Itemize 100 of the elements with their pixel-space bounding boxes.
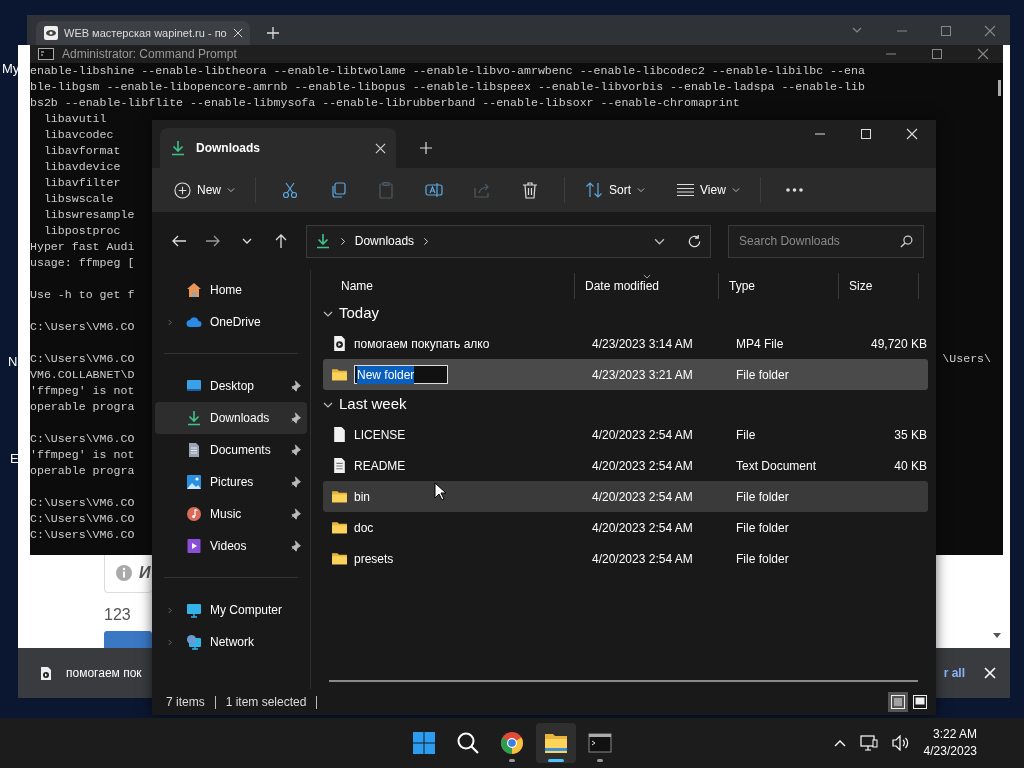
column-header[interactable]: Date modified	[575, 273, 719, 299]
chevron-icon	[422, 236, 431, 246]
file-row[interactable]: README 4/20/2023 2:54 AM Text Document 40 KB	[323, 450, 928, 481]
column-header[interactable]: Size	[839, 273, 919, 299]
cut-icon[interactable]	[281, 181, 299, 199]
browser-tab[interactable]: WEB мастерская wapinet.ru - по	[36, 21, 250, 45]
delete-icon[interactable]	[521, 181, 539, 199]
tiles-view-icon[interactable]	[913, 695, 927, 709]
sidebar-item[interactable]: Desktop	[155, 370, 307, 402]
file-name[interactable]: presets	[354, 549, 394, 568]
date-modified: 4/20/2023 2:54 AM	[592, 458, 693, 473]
pin-icon[interactable]	[291, 444, 303, 456]
console-line: C:\Users\VM6.CO	[30, 431, 135, 447]
new-tab-icon[interactable]	[420, 142, 432, 154]
rename-field[interactable]: New folder	[354, 365, 448, 384]
group-header[interactable]: Today	[323, 299, 928, 328]
browser-icon[interactable]	[500, 731, 524, 755]
pin-icon[interactable]	[291, 508, 303, 520]
address-bar[interactable]: Downloads	[305, 224, 712, 258]
sidebar-item[interactable]: Music	[155, 498, 307, 530]
clock[interactable]: 3:22 AM 4/23/2023	[923, 726, 977, 760]
search-field[interactable]: Search Downloads	[728, 224, 924, 258]
copy-icon[interactable]	[329, 181, 347, 199]
file-type: Text Document	[736, 458, 817, 473]
new-tab-icon[interactable]	[266, 26, 280, 40]
file-name[interactable]: LICENSE	[354, 425, 406, 444]
view-button[interactable]: View	[669, 174, 748, 206]
download-file-name[interactable]: помогаем пок	[66, 664, 142, 682]
sidebar-item[interactable]: Network	[155, 626, 307, 658]
sort-button[interactable]: Sort	[577, 174, 654, 206]
desktop-icon-label[interactable]: E	[10, 449, 19, 469]
sidebar-item[interactable]: Home	[155, 274, 307, 306]
console-line: libavcodec	[42, 127, 114, 143]
plus-icon	[174, 181, 191, 199]
console-line: C:\Users\VM6.CO	[30, 511, 135, 527]
file-row[interactable]: New folder 4/23/2023 3:21 AM File folder	[323, 359, 928, 390]
file-name[interactable]: bin	[354, 487, 370, 506]
sidebar-item[interactable]: OneDrive	[155, 306, 307, 338]
new-button[interactable]: New	[166, 174, 243, 206]
info-text: И	[139, 563, 151, 583]
file-type: File folder	[736, 520, 789, 535]
search-icon[interactable]	[456, 731, 480, 755]
group-header[interactable]: Last week	[323, 390, 928, 419]
details-view-icon[interactable]	[891, 695, 905, 709]
folder-icon	[331, 488, 348, 505]
download-icon	[314, 233, 331, 249]
sidebar-item[interactable]: Pictures	[155, 466, 307, 498]
sidebar-item[interactable]: My Computer	[155, 594, 307, 626]
file-name[interactable]: README	[354, 456, 406, 475]
pin-icon[interactable]	[291, 380, 303, 392]
site-icon	[44, 26, 58, 40]
sidebar-item[interactable]: Downloads	[155, 402, 307, 434]
more-icon[interactable]	[786, 188, 804, 192]
date-modified: 4/20/2023 2:54 AM	[592, 427, 693, 442]
file-row[interactable]: bin 4/20/2023 2:54 AM File folder	[323, 481, 928, 512]
terminal-icon	[38, 48, 54, 60]
window-title: Administrator: Command Prompt	[62, 46, 237, 63]
file-size: 35 KB	[894, 427, 927, 442]
sidebar-item[interactable]: Documents	[155, 434, 307, 466]
terminal-icon[interactable]	[588, 731, 612, 755]
cloud-icon	[186, 314, 202, 330]
forward-icon[interactable]	[204, 233, 221, 249]
explorer-tab[interactable]: Downloads	[160, 128, 396, 168]
console-line: 'ffmpeg' is not	[30, 383, 135, 399]
desktop-icon-label[interactable]: My	[2, 59, 20, 79]
file-row[interactable]: LICENSE 4/20/2023 2:54 AM File 35 KB	[323, 419, 928, 450]
column-header[interactable]: Type	[719, 273, 839, 299]
scroll-down-icon[interactable]	[993, 633, 1001, 639]
start-icon[interactable]	[412, 731, 436, 755]
file-row[interactable]: presets 4/20/2023 2:54 AM File folder	[323, 543, 928, 574]
desktop-icon-label[interactable]: N	[8, 352, 18, 372]
file-row[interactable]: помогаем покупать алко 4/23/2023 3:14 AM MP4 File 49,720 KB	[323, 328, 928, 359]
folder-icon[interactable]	[544, 731, 568, 755]
console-line: C:\Users\VM6.CO	[30, 527, 135, 543]
console-line: C:\Users\VM6.CO	[30, 495, 135, 511]
show-all-link[interactable]: r all	[943, 664, 965, 682]
file-size: 49,720 KB	[870, 336, 927, 351]
file-row[interactable]: doc 4/20/2023 2:54 AM File folder	[323, 512, 928, 543]
pin-icon[interactable]	[291, 412, 303, 424]
back-icon[interactable]	[170, 233, 187, 249]
document-icon	[186, 442, 202, 458]
date-modified: 4/20/2023 2:54 AM	[592, 489, 693, 504]
chevron-up-icon[interactable]	[833, 739, 846, 747]
file-name[interactable]: doc	[354, 518, 374, 537]
pin-icon[interactable]	[291, 476, 303, 488]
file-type: File	[736, 427, 756, 442]
file-name[interactable]: помогаем покупать алко	[354, 334, 490, 353]
console-line: bs2b --enable-libflite --enable-libmysofa --enable-librubberband --enable-libsoxr --enable-chromaprint	[30, 95, 740, 111]
volume-icon[interactable]	[891, 735, 910, 751]
rename-icon[interactable]	[425, 181, 443, 199]
scrollbar-thumb[interactable]	[998, 80, 1001, 96]
breadcrumb-item[interactable]: Downloads	[354, 232, 415, 250]
sidebar-item[interactable]: Videos	[155, 530, 307, 562]
horizontal-scrollbar[interactable]	[329, 680, 918, 682]
network-icon[interactable]	[859, 735, 878, 751]
column-header[interactable]: Name	[323, 273, 575, 299]
console-line: libswresample	[42, 207, 135, 223]
refresh-icon[interactable]	[687, 233, 703, 249]
caret-icon	[227, 186, 235, 194]
pin-icon[interactable]	[291, 540, 303, 552]
